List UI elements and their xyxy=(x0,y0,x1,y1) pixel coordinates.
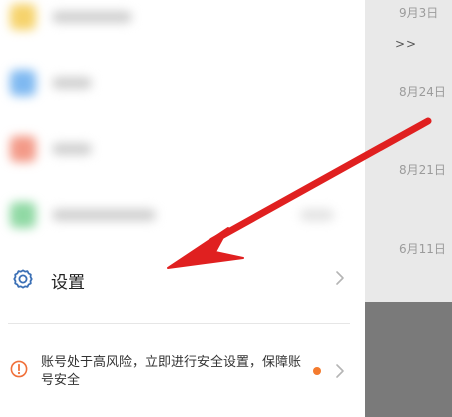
account-security-warning[interactable]: 账号处于高风险，立即进行安全设置，保障账号安全 xyxy=(0,340,365,400)
warning-text: 账号处于高风险，立即进行安全设置，保障账号安全 xyxy=(41,355,302,388)
menu-item-label xyxy=(52,143,92,155)
notification-dot xyxy=(313,367,321,375)
chevron-right-icon xyxy=(336,271,344,285)
date-label: 8月21日 xyxy=(399,163,446,177)
menu-item-icon xyxy=(10,70,36,96)
settings-label: 设置 xyxy=(51,273,85,293)
menu-item-icon xyxy=(10,202,36,228)
menu-item-label xyxy=(52,11,132,23)
menu-item-label xyxy=(52,209,156,221)
blurred-menu-list xyxy=(0,0,365,236)
alert-circle-icon xyxy=(10,360,28,378)
menu-item-icon xyxy=(10,4,36,30)
gear-icon xyxy=(13,269,33,289)
chevron-right-icon xyxy=(336,364,344,378)
dimmed-overlay xyxy=(365,302,452,417)
menu-item-extra xyxy=(300,209,334,221)
divider xyxy=(8,323,350,324)
menu-item-label xyxy=(52,77,92,89)
blurred-menu-item[interactable] xyxy=(10,200,340,230)
settings-menu-item[interactable]: 设置 xyxy=(0,256,365,306)
blurred-menu-item[interactable] xyxy=(10,2,340,32)
date-label: 8月24日 xyxy=(399,85,446,99)
background-conversation-list: 9月3日 >> 8月24日 8月21日 6月11日 xyxy=(365,0,452,417)
menu-item-icon xyxy=(10,136,36,162)
more-marker: >> xyxy=(395,37,418,51)
date-label: 9月3日 xyxy=(399,6,439,20)
blurred-menu-item[interactable] xyxy=(10,134,340,164)
blurred-menu-item[interactable] xyxy=(10,68,340,98)
side-drawer: 设置 账号处于高风险，立即进行安全设置，保障账号安全 xyxy=(0,0,365,417)
date-label: 6月11日 xyxy=(399,242,446,256)
